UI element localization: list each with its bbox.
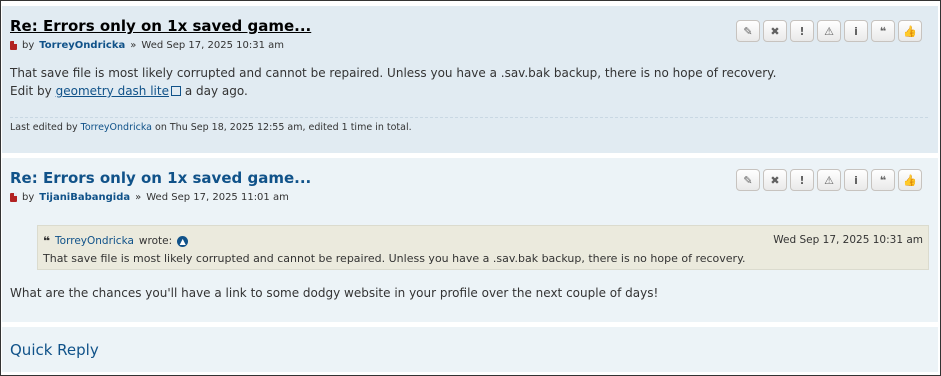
quick-reply-section: Quick Reply [2, 327, 938, 372]
info-button[interactable]: i [844, 20, 868, 42]
post-date: Wed Sep 17, 2025 10:31 am [141, 40, 284, 51]
last-edited-author[interactable]: TorreyOndricka [81, 122, 152, 133]
delete-button[interactable]: ✖ [763, 20, 787, 42]
quote-icon: ❝ [879, 173, 887, 187]
like-button[interactable]: 👍 [898, 169, 922, 191]
post-2: Re: Errors only on 1x saved game... by T… [2, 158, 938, 322]
external-link-icon [170, 86, 181, 96]
edit-link[interactable]: geometry dash lite [56, 84, 181, 98]
quote-icon: ❝ [879, 24, 887, 38]
last-edited-suffix: on Thu Sep 18, 2025 12:55 am, edited 1 t… [155, 122, 412, 133]
edit-button[interactable]: ✎ [736, 169, 760, 191]
file-icon [10, 41, 17, 50]
post-content: That save file is most likely corrupted … [10, 64, 776, 100]
report-button[interactable]: ! [790, 169, 814, 191]
post-buttons: ✎ ✖ ! ⚠ i ❝ 👍 [736, 20, 922, 42]
post-author[interactable]: TorreyOndricka [39, 40, 125, 51]
edit-prefix: Edit by [10, 84, 52, 98]
post-body: What are the chances you'll have a link … [10, 286, 659, 300]
edit-suffix: a day ago. [184, 84, 248, 98]
topic-frame: Re: Errors only on 1x saved game... by T… [0, 0, 941, 376]
meta-separator: » [135, 192, 142, 203]
divider [10, 117, 928, 118]
delete-button[interactable]: ✖ [763, 169, 787, 191]
quote-header: ❝ TorreyOndricka wrote: ▲ [43, 234, 189, 248]
warn-button[interactable]: ⚠ [817, 169, 841, 191]
by-label: by [22, 40, 35, 51]
report-icon: ! [799, 173, 805, 187]
quote-author[interactable]: TorreyOndricka [55, 235, 134, 247]
info-icon: i [854, 173, 858, 187]
delete-icon: ✖ [770, 24, 780, 38]
like-button[interactable]: 👍 [898, 20, 922, 42]
last-edited-prefix: Last edited by [10, 122, 78, 133]
thumbs-up-icon: 👍 [903, 24, 917, 38]
post-body: That save file is most likely corrupted … [10, 66, 777, 80]
quote-button[interactable]: ❝ [871, 169, 895, 191]
info-button[interactable]: i [844, 169, 868, 191]
quote-wrote: wrote: [138, 235, 173, 247]
edit-button[interactable]: ✎ [736, 20, 760, 42]
post-1: Re: Errors only on 1x saved game... by T… [2, 6, 938, 153]
quick-reply-heading[interactable]: Quick Reply [10, 341, 99, 359]
post-title[interactable]: Re: Errors only on 1x saved game... [10, 17, 311, 35]
last-edited-notice: Last edited by TorreyOndricka on Thu Sep… [10, 122, 412, 133]
post-buttons: ✎ ✖ ! ⚠ i ❝ 👍 [736, 169, 922, 191]
file-icon [10, 193, 17, 202]
edit-link-text: geometry dash lite [55, 84, 169, 98]
report-icon: ! [799, 24, 805, 38]
warn-icon: ⚠ [824, 173, 834, 187]
edit-icon: ✎ [743, 173, 753, 187]
quote-button[interactable]: ❝ [871, 20, 895, 42]
arrow-up-icon[interactable]: ▲ [177, 235, 189, 247]
post-meta: by TorreyOndricka » Wed Sep 17, 2025 10:… [10, 40, 284, 51]
post-title[interactable]: Re: Errors only on 1x saved game... [10, 169, 311, 187]
quote-block: ❝ TorreyOndricka wrote: ▲ Wed Sep 17, 20… [37, 225, 929, 270]
by-label: by [22, 192, 35, 203]
warn-button[interactable]: ⚠ [817, 20, 841, 42]
edit-line: Edit by geometry dash lite a day ago. [10, 82, 776, 100]
post-author[interactable]: TijaniBabangida [39, 192, 130, 203]
delete-icon: ✖ [770, 173, 780, 187]
meta-separator: » [130, 40, 137, 51]
post-date: Wed Sep 17, 2025 11:01 am [146, 192, 289, 203]
quote-icon: ❝ [43, 234, 51, 248]
thumbs-up-icon: 👍 [903, 173, 917, 187]
warn-icon: ⚠ [824, 24, 834, 38]
edit-icon: ✎ [743, 24, 753, 38]
info-icon: i [854, 24, 858, 38]
quote-date: Wed Sep 17, 2025 10:31 am [773, 234, 923, 246]
quote-text: That save file is most likely corrupted … [43, 252, 746, 265]
report-button[interactable]: ! [790, 20, 814, 42]
post-meta: by TijaniBabangida » Wed Sep 17, 2025 11… [10, 192, 289, 203]
